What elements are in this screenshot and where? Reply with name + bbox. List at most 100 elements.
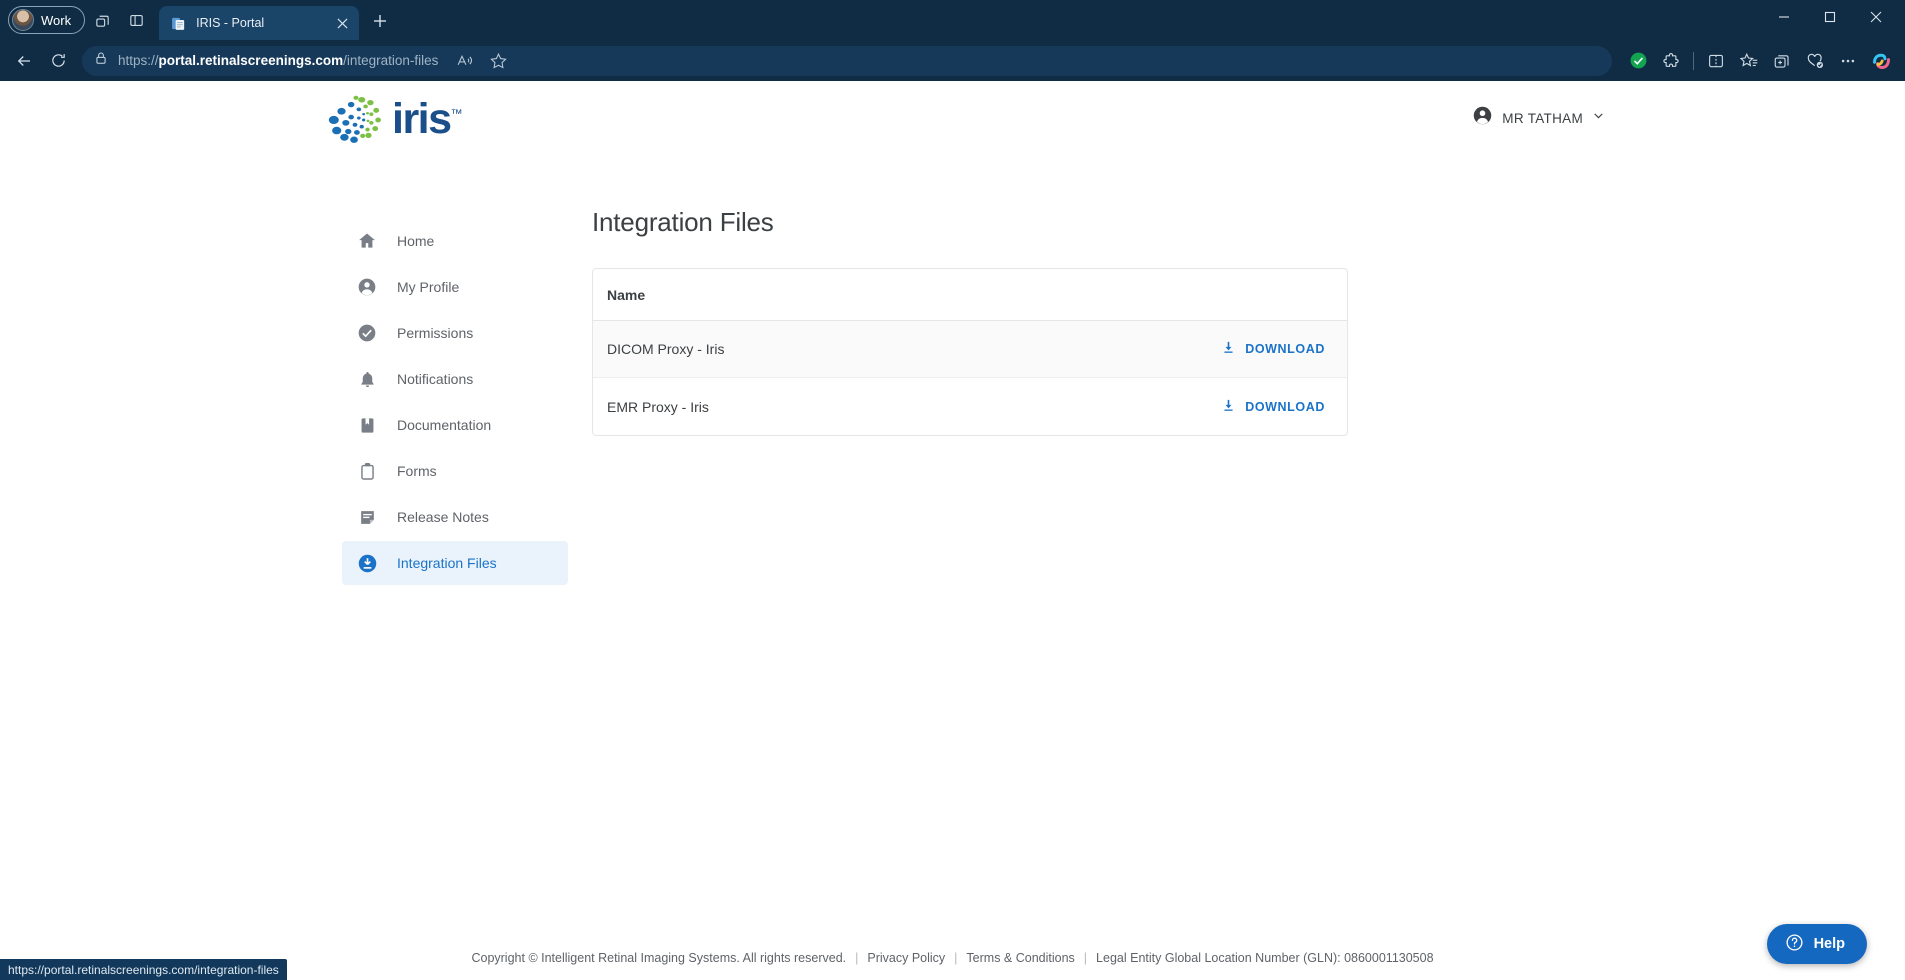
sidebar-item-notifications[interactable]: Notifications xyxy=(342,357,568,401)
table-row[interactable]: DICOM Proxy - Iris DOWNLOAD xyxy=(593,321,1347,378)
address-url: https://portal.retinalscreenings.com/int… xyxy=(118,53,438,68)
favorites-list-icon[interactable] xyxy=(1733,45,1765,77)
gln-text: Legal Entity Global Location Number (GLN… xyxy=(1096,951,1434,965)
sidebar-item-documentation[interactable]: Documentation xyxy=(342,403,568,447)
tab-search-icon[interactable] xyxy=(85,5,119,35)
sidebar-item-label: My Profile xyxy=(397,279,460,295)
browser-window: Work IRIS - Portal https://portal.retina… xyxy=(0,0,1905,980)
iris-logo[interactable]: iris™ xyxy=(326,93,463,145)
maximize-button[interactable] xyxy=(1807,0,1853,34)
split-screen-icon[interactable] xyxy=(1700,45,1732,77)
integration-files-table: Name DICOM Proxy - Iris DOWNLOAD EMR Pro… xyxy=(592,268,1348,436)
download-circle-icon xyxy=(356,552,378,574)
url-scheme: https:// xyxy=(118,53,159,68)
footer-separator: | xyxy=(855,951,859,965)
table-header: Name xyxy=(593,269,1347,321)
footer-separator: | xyxy=(954,951,958,965)
sidebar-item-home[interactable]: Home xyxy=(342,219,568,263)
extensions-icon[interactable] xyxy=(1655,45,1687,77)
sidebar-item-label: Permissions xyxy=(397,325,474,341)
add-collection-icon[interactable] xyxy=(1766,45,1798,77)
lock-icon xyxy=(94,51,108,70)
privacy-policy-link[interactable]: Privacy Policy xyxy=(867,951,945,965)
download-icon xyxy=(1221,340,1236,358)
url-path: /integration-files xyxy=(343,53,439,68)
page-viewport: iris™ MR TATHAM Home My Profile Permissi… xyxy=(0,81,1905,980)
browser-toolbar-icons xyxy=(1622,45,1897,77)
help-label: Help xyxy=(1813,936,1845,952)
profile-pill[interactable]: Work xyxy=(8,6,86,34)
logo-wordmark: iris™ xyxy=(392,94,463,143)
window-controls xyxy=(1761,0,1899,40)
chevron-down-icon[interactable] xyxy=(1592,109,1605,127)
sidebar-item-permissions[interactable]: Permissions xyxy=(342,311,568,355)
minimize-button[interactable] xyxy=(1761,0,1807,34)
bell-icon xyxy=(356,368,378,390)
more-options-icon[interactable] xyxy=(1832,45,1864,77)
question-circle-icon xyxy=(1785,933,1804,956)
sidebar-item-forms[interactable]: Forms xyxy=(342,449,568,493)
profile-label: Work xyxy=(41,12,72,28)
file-name: EMR Proxy - Iris xyxy=(607,398,709,415)
download-icon xyxy=(1221,398,1236,416)
toolbar-divider xyxy=(1693,51,1694,70)
footer-separator: | xyxy=(1083,951,1088,965)
close-window-button[interactable] xyxy=(1853,0,1899,34)
account-circle-icon xyxy=(356,276,378,298)
download-label: DOWNLOAD xyxy=(1245,399,1325,414)
sidebar-item-label: Notifications xyxy=(397,371,474,387)
iris-spiral-icon xyxy=(328,95,381,143)
browser-tab[interactable]: IRIS - Portal xyxy=(159,6,360,40)
page-body: Home My Profile Permissions Notification… xyxy=(0,157,1905,936)
close-icon[interactable] xyxy=(331,12,353,34)
star-icon[interactable] xyxy=(482,45,514,77)
copyright-text: Copyright © Intelligent Retinal Imaging … xyxy=(471,951,847,965)
copilot-icon[interactable] xyxy=(1865,45,1897,77)
tab-strip: Work IRIS - Portal xyxy=(0,0,1905,40)
sidebar-item-release-notes[interactable]: Release Notes xyxy=(342,495,568,539)
sidebar-item-label: Home xyxy=(397,233,435,249)
split-pane-icon[interactable] xyxy=(119,5,153,35)
sidebar-item-my-profile[interactable]: My Profile xyxy=(342,265,568,309)
clipboard-icon xyxy=(356,460,378,482)
help-button[interactable]: Help xyxy=(1766,924,1867,964)
home-icon xyxy=(356,230,378,252)
table-row[interactable]: EMR Proxy - Iris DOWNLOAD xyxy=(593,378,1347,435)
sidebar-item-label: Release Notes xyxy=(397,509,489,525)
document-icon xyxy=(170,15,187,32)
download-button[interactable]: DOWNLOAD xyxy=(1213,392,1333,422)
browser-essentials-icon[interactable] xyxy=(1799,45,1831,77)
status-bar-link-preview: https://portal.retinalscreenings.com/int… xyxy=(0,959,287,980)
download-button[interactable]: DOWNLOAD xyxy=(1213,334,1333,364)
new-tab-button[interactable] xyxy=(365,6,395,36)
sidebar-item-integration-files[interactable]: Integration Files xyxy=(342,541,568,585)
sidebar-item-label: Integration Files xyxy=(397,555,497,571)
trademark-symbol: ™ xyxy=(450,106,463,121)
sidebar-item-label: Forms xyxy=(397,463,437,479)
sidebar-item-label: Documentation xyxy=(397,417,492,433)
read-aloud-icon[interactable] xyxy=(448,45,480,77)
check-circle-icon xyxy=(356,322,378,344)
reload-icon[interactable] xyxy=(42,45,74,77)
user-menu[interactable]: MR TATHAM xyxy=(1472,105,1605,131)
column-header-name: Name xyxy=(607,286,646,303)
account-circle-icon xyxy=(1472,105,1493,131)
download-label: DOWNLOAD xyxy=(1245,342,1325,356)
page-title: Integration Files xyxy=(592,207,774,237)
tab-title: IRIS - Portal xyxy=(196,16,265,30)
back-arrow-icon[interactable] xyxy=(8,45,40,77)
site-header: iris™ MR TATHAM xyxy=(0,81,1905,157)
url-host: portal.retinalscreenings.com xyxy=(158,53,344,68)
main-content: Integration Files Name DICOM Proxy - Iri… xyxy=(568,157,1905,936)
book-icon xyxy=(356,414,378,436)
file-name: DICOM Proxy - Iris xyxy=(607,341,725,357)
avatar xyxy=(12,9,34,31)
navigation-toolbar: https://portal.retinalscreenings.com/int… xyxy=(0,40,1905,81)
terms-link[interactable]: Terms & Conditions xyxy=(966,951,1074,965)
note-icon xyxy=(356,506,378,528)
verified-check-icon[interactable] xyxy=(1622,45,1654,77)
sidebar-nav: Home My Profile Permissions Notification… xyxy=(342,157,568,936)
address-bar[interactable]: https://portal.retinalscreenings.com/int… xyxy=(82,45,1612,77)
status-link-text: https://portal.retinalscreenings.com/int… xyxy=(8,962,279,977)
user-name: MR TATHAM xyxy=(1502,110,1583,126)
